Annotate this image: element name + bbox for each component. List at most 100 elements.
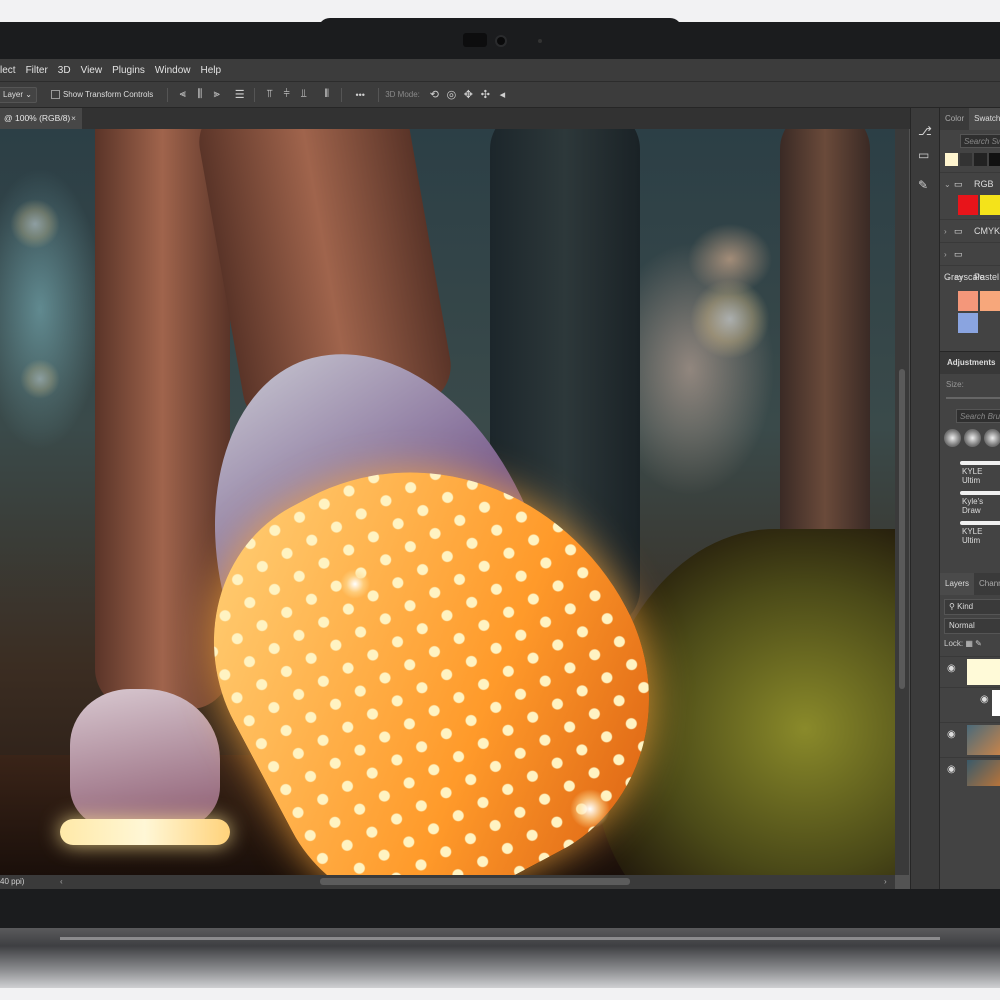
menu-select[interactable]: lect: [0, 65, 21, 76]
swatch[interactable]: [988, 153, 1000, 166]
show-transform-checkbox[interactable]: [50, 90, 60, 99]
auto-select-dropdown[interactable]: Layer ⌄: [0, 86, 37, 103]
document-tab-label: @ 100% (RGB/8): [4, 113, 71, 123]
swatch-folder-pastel[interactable]: ⌄ ▭ Pastel: [940, 265, 1000, 288]
menu-plugins[interactable]: Plugins: [107, 65, 150, 76]
menu-filter[interactable]: Filter: [21, 65, 53, 76]
brush-name[interactable]: Kyle's Draw: [940, 497, 1000, 515]
swatch-folder-grayscale[interactable]: › ▭Grayscale: [940, 242, 1000, 282]
brush-tip[interactable]: [944, 429, 961, 447]
tab-color[interactable]: Color: [940, 108, 970, 130]
vertical-scrollbar[interactable]: [895, 129, 909, 875]
brush-settings-icon[interactable]: ✎: [918, 178, 928, 192]
bokeh-light: [20, 359, 60, 399]
folder-icon: ▭: [954, 179, 963, 189]
show-transform-label: Show Transform Controls: [62, 90, 154, 99]
back-leg: [95, 129, 230, 709]
resolution-status: 40 ppi): [0, 877, 25, 886]
visibility-eye-icon[interactable]: ◉: [947, 663, 956, 674]
swatch[interactable]: [958, 291, 978, 311]
distribute-h-icon[interactable]: ☰: [231, 88, 248, 101]
history-icon[interactable]: ⎇: [918, 124, 932, 138]
layer-row[interactable]: ◉: [940, 722, 1000, 757]
align-top-icon[interactable]: ⫪: [261, 88, 278, 101]
adjustments-tab[interactable]: Adjustments: [940, 351, 1000, 374]
webcam-icon: [497, 37, 505, 45]
swatch-red[interactable]: [958, 195, 978, 215]
swatch-yellow[interactable]: [980, 195, 1000, 215]
visibility-eye-icon[interactable]: ◉: [980, 694, 989, 705]
folder-label: CMYK: [974, 226, 1000, 236]
brush-stroke-preview: [960, 461, 1000, 465]
document-tab[interactable]: @ 100% (RGB/8) ×: [0, 108, 82, 129]
swatch[interactable]: [974, 153, 987, 166]
camera-shutter: [463, 33, 487, 47]
lock-brush-icon[interactable]: ✎: [975, 639, 982, 648]
menu-view[interactable]: View: [76, 65, 108, 76]
search-brushes-input[interactable]: Search Brus: [956, 409, 1000, 423]
layer-thumbnail: [967, 760, 1000, 786]
chevron-right-icon: ›: [944, 250, 947, 259]
tab-swatches[interactable]: Swatches: [969, 108, 1000, 130]
folder-label: Pastel: [974, 272, 1000, 282]
swatch[interactable]: [958, 313, 978, 333]
menu-window[interactable]: Window: [150, 65, 196, 76]
separator: [254, 87, 256, 102]
layer-row[interactable]: ◉: [940, 687, 1000, 722]
menu-bar: lect Filter 3D View Plugins Window Help: [0, 59, 1000, 82]
lock-pixels-icon[interactable]: ▦: [965, 639, 973, 648]
3d-camera-icon[interactable]: ◂: [494, 88, 511, 101]
swatch[interactable]: [980, 291, 1000, 311]
scroll-left-icon[interactable]: ‹: [60, 875, 63, 889]
3d-rotate-icon[interactable]: ⟲: [426, 88, 443, 101]
menu-3d[interactable]: 3D: [53, 65, 76, 76]
pastel-swatches: [958, 291, 1000, 333]
close-tab-icon[interactable]: ×: [71, 108, 76, 129]
camera-led: [538, 39, 542, 43]
align-left-icon[interactable]: ⫷: [174, 88, 191, 101]
align-bottom-icon[interactable]: ⫫: [295, 88, 312, 101]
more-options-icon[interactable]: •••: [348, 90, 372, 100]
visibility-eye-icon[interactable]: ◉: [947, 764, 956, 775]
document-tab-bar: @ 100% (RGB/8) ×: [0, 108, 910, 129]
menu-help[interactable]: Help: [195, 65, 226, 76]
distribute-v-icon[interactable]: ⫴: [318, 88, 335, 101]
spark-light: [340, 569, 370, 599]
layer-row[interactable]: ◉: [940, 757, 1000, 788]
brush-name[interactable]: KYLE Ultim: [940, 527, 1000, 545]
horizontal-scroll-thumb[interactable]: [320, 878, 630, 885]
blend-mode-dropdown[interactable]: Normal: [944, 618, 1000, 634]
scroll-right-icon[interactable]: ›: [884, 875, 887, 889]
swatch[interactable]: [959, 153, 972, 166]
folder-label: RGB: [974, 179, 994, 189]
vertical-scroll-thumb[interactable]: [899, 369, 905, 689]
align-center-h-icon[interactable]: ⫼: [191, 88, 208, 101]
image-canvas[interactable]: [0, 129, 895, 875]
panel-icon-strip: ⎇ ▭ ✎: [910, 108, 939, 889]
swatch-folder-rgb[interactable]: ⌄ ▭ RGB: [940, 172, 1000, 195]
comments-icon[interactable]: ▭: [918, 148, 929, 162]
tab-layers[interactable]: Layers: [940, 573, 975, 595]
layer-row[interactable]: ◉: [940, 656, 1000, 687]
swatch[interactable]: [945, 153, 958, 166]
align-right-icon[interactable]: ⫸: [208, 88, 225, 101]
visibility-eye-icon[interactable]: ◉: [947, 729, 956, 740]
layers-channels-tabs: Layers Channels: [940, 573, 1000, 595]
search-swatches-input[interactable]: Search Sw: [960, 134, 1000, 148]
background-tree: [780, 129, 870, 589]
3d-roll-icon[interactable]: ◎: [443, 88, 460, 101]
3d-pan-icon[interactable]: ✥: [460, 88, 477, 101]
3d-slide-icon[interactable]: ✣: [477, 88, 494, 101]
size-slider[interactable]: [946, 397, 1000, 399]
layer-filter-kind[interactable]: ⚲ Kind: [944, 599, 1000, 615]
brush-name[interactable]: KYLE Ultim: [940, 467, 1000, 485]
brush-tip[interactable]: [984, 429, 1000, 447]
separator: [341, 87, 343, 102]
laptop-hinge: [60, 937, 940, 940]
status-bar: 40 ppi) ‹ ›: [0, 875, 895, 889]
tab-channels[interactable]: Channels: [974, 573, 1000, 595]
align-middle-v-icon[interactable]: ⫩: [278, 88, 295, 101]
brush-tip[interactable]: [964, 429, 981, 447]
bokeh-light: [690, 279, 770, 359]
swatch-folder-cmyk[interactable]: › ▭ CMYK: [940, 219, 1000, 242]
